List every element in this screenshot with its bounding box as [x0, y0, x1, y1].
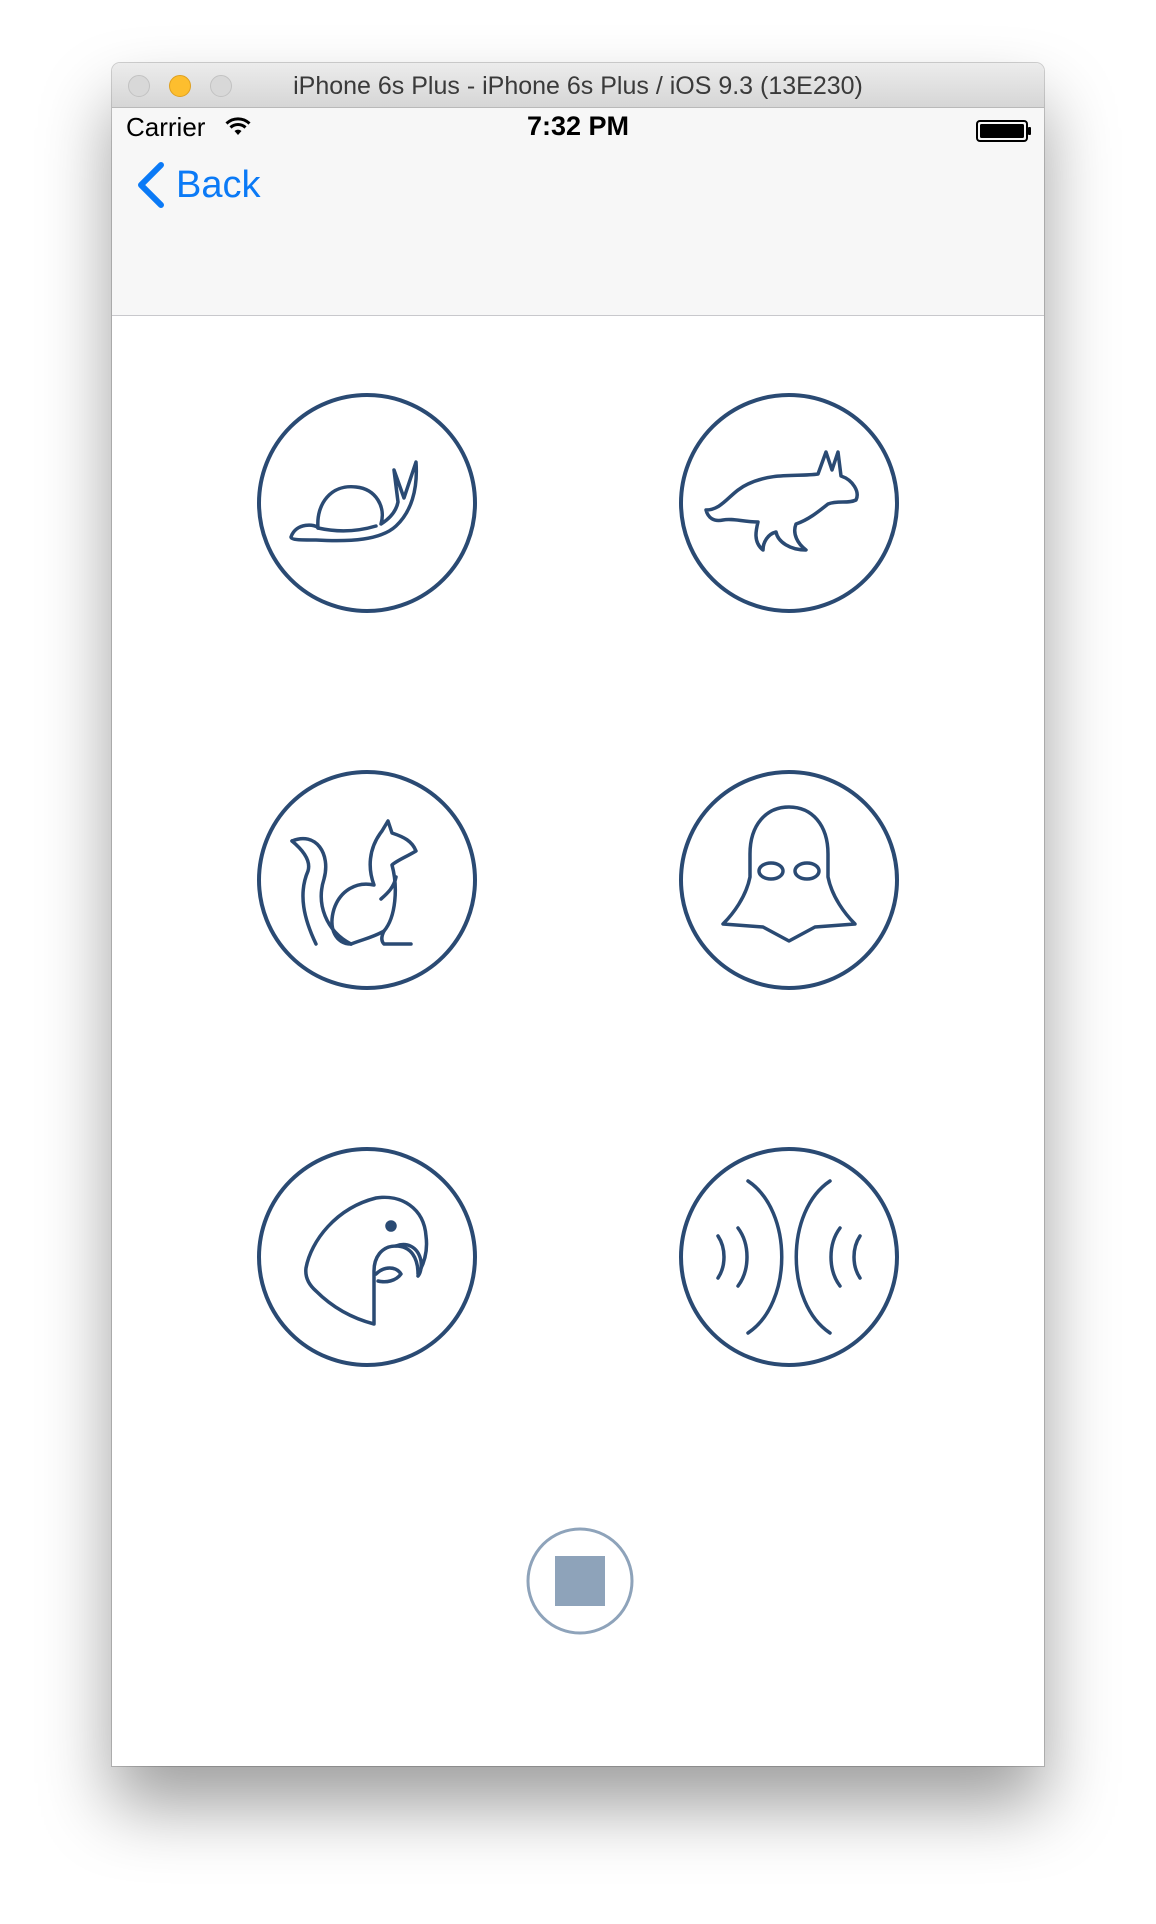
chevron-left-icon [138, 162, 164, 208]
echo-icon [716, 1179, 862, 1335]
rabbit-icon [704, 450, 859, 552]
stop-icon [555, 1556, 605, 1606]
darth-vader-icon [721, 805, 857, 943]
rabbit-effect-button[interactable] [678, 392, 900, 614]
window-titlebar: iPhone 6s Plus - iPhone 6s Plus / iOS 9.… [112, 63, 1044, 108]
stop-button[interactable] [524, 1525, 636, 1637]
back-label: Back [176, 163, 261, 206]
status-time: 7:32 PM [526, 111, 630, 141]
parrot-effect-button[interactable] [256, 1146, 478, 1368]
squirrel-effect-button[interactable] [256, 769, 478, 991]
parrot-icon [304, 1195, 429, 1326]
back-button[interactable]: Back [136, 155, 260, 215]
squirrel-icon [290, 819, 418, 946]
effects-content [112, 316, 1044, 1766]
darth-vader-effect-button[interactable] [678, 769, 900, 991]
status-bar: Carrier 7:32 PM [112, 108, 1044, 148]
snail-icon [289, 460, 419, 543]
echo-effect-button[interactable] [678, 1146, 900, 1368]
window-title: iPhone 6s Plus - iPhone 6s Plus / iOS 9.… [293, 72, 863, 100]
simulator-window: iPhone 6s Plus - iPhone 6s Plus / iOS 9.… [112, 63, 1044, 1766]
battery-icon [976, 120, 1031, 142]
snail-effect-button[interactable] [256, 392, 478, 614]
